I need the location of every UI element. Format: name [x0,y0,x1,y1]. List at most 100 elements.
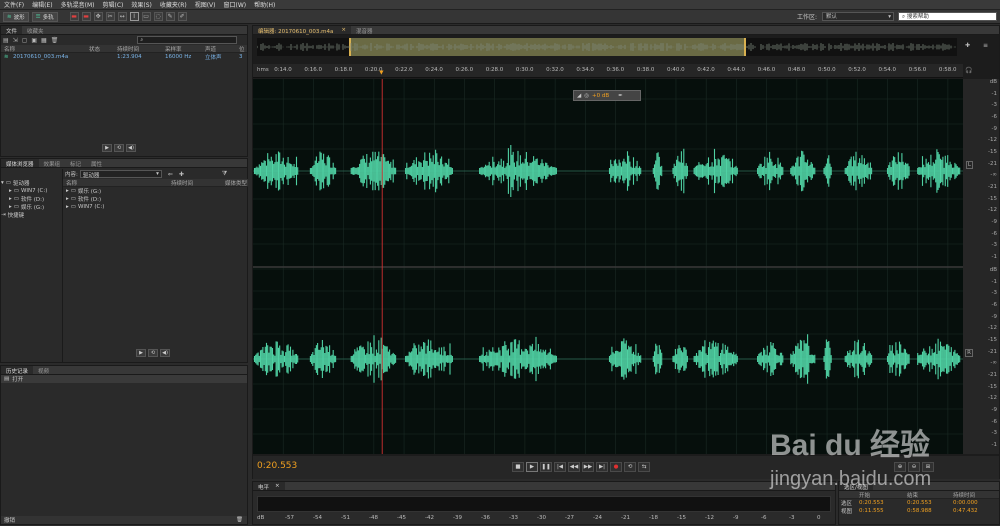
view-end[interactable]: 0:58.988 [907,508,953,514]
tab-mixer[interactable]: 混音器 [351,26,378,35]
tab-editor[interactable]: 编辑器: 20170610_003.m4a × [253,26,351,35]
pause-icon[interactable]: ❚❚ [540,462,552,472]
move-tool-icon[interactable]: ✥ [93,12,103,21]
go-to-end-icon[interactable]: ▶| [596,462,608,472]
add-shortcut-icon[interactable]: ✚ [179,171,184,178]
table-row[interactable]: ≋ 20170610_003.m4a 1:23.904 16000 Hz 立体声… [1,53,247,61]
col-name[interactable]: 名称 [63,179,171,187]
multitrack-view-button[interactable]: ☰ 多轨 [31,11,58,22]
col-bits[interactable]: 位 [239,45,245,53]
record-icon[interactable]: ● [610,462,622,472]
close-file-icon[interactable]: ▦ [41,37,47,44]
col-duration[interactable]: 持续时间 [171,179,225,187]
time-ruler[interactable]: hms 0:14.0 0:16.0 0:18.0 0:20.0 0:22.0 0:24.0… [253,64,963,78]
import-icon[interactable]: ⇲ [13,37,18,44]
zoom-out-icon[interactable]: ⊖ [908,462,920,472]
menu-favorites[interactable]: 收藏夹(R) [156,0,191,9]
menu-multitrack[interactable]: 多轨混音(M) [57,0,99,9]
waveform-view-button[interactable]: ≋ 波形 [3,11,29,22]
content-select[interactable]: 驱动器 ▾ [79,170,162,179]
view-start[interactable]: 0:11.555 [859,508,907,514]
skip-selection-icon[interactable]: ⇆ [638,462,650,472]
pin-icon[interactable]: ✒ [618,93,623,99]
go-to-start-icon[interactable]: |◀ [554,462,566,472]
razor-tool-icon[interactable]: ✂ [105,12,115,21]
autoplay-icon[interactable]: ◀) [126,144,136,152]
col-name[interactable]: 名称 [1,45,89,53]
loop-icon[interactable]: ⟲ [148,349,158,357]
play-icon[interactable]: ▶ [136,349,146,357]
delete-icon[interactable]: 🗑 [236,517,243,523]
rewind-icon[interactable]: ◀◀ [568,462,580,472]
current-time-display[interactable]: 0:20.553 [257,461,297,471]
col-rate[interactable]: 采样率 [165,45,205,53]
tab-levels[interactable]: 电平 × [253,482,285,491]
selection-duration[interactable]: 0:00.000 [953,500,978,506]
selection-start[interactable]: 0:20.553 [859,500,907,506]
tab-selection-view[interactable]: 选区/视图 [839,482,873,491]
tab-markers[interactable]: 标记 [65,159,86,168]
files-search-input[interactable]: ⌕ [137,36,238,44]
slip-tool-icon[interactable]: ↔ [117,12,127,21]
stop-icon[interactable]: ■ [512,462,524,472]
panel-menu-icon[interactable]: ≡ [983,42,988,49]
autoplay-icon[interactable]: ◀) [160,349,170,357]
view-duration[interactable]: 0:47.432 [953,508,978,514]
brush-tool-icon[interactable]: ✎ [165,12,175,21]
col-duration[interactable]: 持续时间 [117,45,165,53]
tree-item-drives[interactable]: ▾ ▭ 驱动器 [1,179,61,187]
zoom-in-amplitude-icon[interactable]: ✚ [965,42,970,49]
list-item[interactable]: ▸ ▭ 软件 (D:) [63,195,248,203]
tab-files[interactable]: 文件 [1,26,23,35]
play-icon[interactable]: ▶ [526,462,538,472]
list-item[interactable]: ▸ ▭ WIN7 (C:) [63,203,248,211]
filter-icon[interactable]: ⧩ [222,170,227,178]
waveform-area[interactable] [253,79,979,454]
selection-end[interactable]: 0:20.553 [907,500,953,506]
time-selection-tool-icon[interactable]: I [129,12,139,21]
lasso-tool-icon[interactable]: ◌ [153,12,163,21]
menu-view[interactable]: 视图(V) [191,0,220,9]
volume-knob-icon[interactable]: ◎ [584,93,589,99]
menu-help[interactable]: 帮助(H) [250,0,279,9]
tree-item-d[interactable]: ▸ ▭ 软件 (D:) [1,195,61,203]
loop-icon[interactable]: ⟲ [114,144,124,152]
zoom-full-icon[interactable]: ⊞ [922,462,934,472]
open-file-icon[interactable]: ▤ [3,37,9,44]
menu-clip[interactable]: 剪辑(C) [98,0,127,9]
history-item[interactable]: ▤ 打开 [1,375,247,383]
channel-right-button[interactable]: R [965,348,973,357]
headphones-icon[interactable]: 🎧 [965,67,972,74]
loop-icon[interactable]: ⟲ [624,462,636,472]
hud-control[interactable]: ◢ ◎ +0 dB ✒ [573,90,641,101]
spectral-pitch-tool-icon[interactable]: ▬ [81,12,91,21]
tree-item-g[interactable]: ▸ ▭ 娱乐 (G:) [1,203,61,211]
workspace-select[interactable]: 默认 ▾ [822,12,894,21]
tab-favorites[interactable]: 收藏夹 [22,26,49,35]
new-file-icon[interactable]: ▢ [22,37,28,44]
col-status[interactable]: 状态 [89,45,117,53]
delete-icon[interactable]: 🗑 [51,37,59,44]
col-media-type[interactable]: 媒体类型 [225,179,247,187]
zoom-in-icon[interactable]: ⊕ [894,462,906,472]
channel-left-button[interactable]: L [965,160,973,169]
play-icon[interactable]: ▶ [102,144,112,152]
tab-effects-rack[interactable]: 效果组 [39,159,66,168]
save-icon[interactable]: ▣ [31,37,37,44]
overview-bar[interactable] [257,38,957,56]
menu-edit[interactable]: 编辑(E) [28,0,56,9]
menu-file[interactable]: 文件(F) [0,0,28,9]
list-item[interactable]: ▸ ▭ 娱乐 (G:) [63,187,248,195]
tree-item-shortcuts[interactable]: ⇥ 快捷键 [1,211,61,219]
close-icon[interactable]: × [275,483,280,489]
menu-effects[interactable]: 效果(S) [127,0,156,9]
tree-item-c[interactable]: ▸ ▭ WIN7 (C:) [1,187,61,195]
search-help-input[interactable]: ⌕ 搜索帮助 [898,12,997,21]
spectral-freq-tool-icon[interactable]: ▬ [69,12,79,21]
tab-history[interactable]: 历史记录 [1,366,34,375]
back-icon[interactable]: ⇐ [168,171,173,178]
tab-video[interactable]: 视频 [33,366,54,375]
close-icon[interactable]: × [341,27,346,33]
spot-heal-tool-icon[interactable]: ✐ [177,12,187,21]
marquee-tool-icon[interactable]: ▭ [141,12,151,21]
